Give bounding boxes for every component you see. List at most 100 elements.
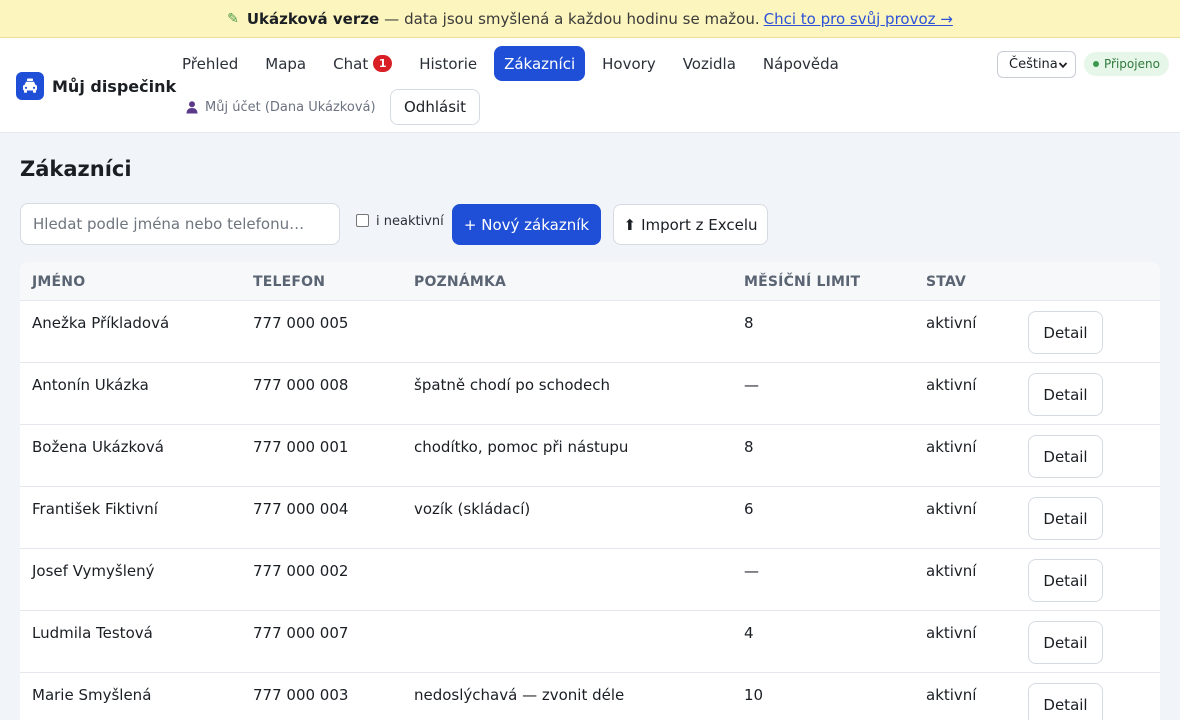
customer-note: nedoslýchavá — zvonit déle (414, 686, 625, 704)
customer-phone: 777 000 008 (253, 376, 349, 394)
table-row: Anežka Příkladová 777 000 005 8 aktivní … (20, 301, 1160, 363)
page-title: Zákazníci (20, 157, 132, 181)
nav-label: Přehled (182, 54, 239, 73)
banner-separator: — (384, 9, 400, 28)
customer-limit: 4 (744, 624, 754, 642)
user-icon (186, 101, 198, 114)
nav-item-hovory[interactable]: Hovory (592, 46, 666, 81)
customer-name: Antonín Ukázka (32, 376, 149, 394)
customer-name: Božena Ukázková (32, 438, 164, 456)
nav-label: Chat (333, 54, 369, 73)
new-customer-button[interactable]: + Nový zákazník (452, 204, 601, 245)
import-label: Import z Excelu (641, 215, 758, 234)
column-header-limit[interactable]: MĚSÍČNÍ LIMIT (744, 274, 860, 290)
customer-name: Josef Vymyšlený (32, 562, 155, 580)
nav-label: Nápověda (762, 54, 839, 73)
status-dot-icon (1093, 61, 1099, 67)
main-nav: Přehled Mapa Chat 1 Historie Zákazníci Ho… (172, 46, 856, 81)
brand-name: Můj dispečink (52, 76, 177, 96)
customer-phone: 777 000 003 (253, 686, 349, 704)
chat-unread-badge: 1 (373, 55, 393, 72)
customer-phone: 777 000 001 (253, 438, 349, 456)
detail-button[interactable]: Detail (1028, 311, 1103, 354)
column-header-phone[interactable]: TELEFON (253, 274, 325, 290)
detail-button[interactable]: Detail (1028, 497, 1103, 540)
customer-note: špatně chodí po schodech (414, 376, 611, 394)
nav-label: Zákazníci (504, 54, 576, 73)
customer-limit: — (744, 376, 759, 394)
upload-arrow-icon: ⬆ (623, 215, 637, 234)
language-select[interactable]: Čeština (997, 51, 1076, 78)
taxi-icon (16, 72, 44, 100)
customer-status: aktivní (926, 376, 977, 394)
table-header: JMÉNO TELEFON POZNÁMKA MĚSÍČNÍ LIMIT STA… (20, 262, 1160, 301)
column-header-note[interactable]: POZNÁMKA (414, 274, 506, 290)
detail-button[interactable]: Detail (1028, 373, 1103, 416)
brand[interactable]: Můj dispečink (16, 72, 176, 100)
customers-table: JMÉNO TELEFON POZNÁMKA MĚSÍČNÍ LIMIT STA… (20, 262, 1160, 720)
table-row: Josef Vymyšlený 777 000 002 — aktivní De… (20, 549, 1160, 611)
account-label: Můj účet (Dana Ukázková) (205, 99, 376, 115)
pencil-icon: ✎ (227, 10, 239, 27)
app-header: Můj dispečink Přehled Mapa Chat 1 Histori… (0, 38, 1180, 133)
nav-item-vozidla[interactable]: Vozidla (673, 46, 746, 81)
search-input[interactable] (20, 203, 340, 245)
nav-label: Mapa (265, 54, 307, 73)
customer-limit: 8 (744, 438, 754, 456)
detail-button[interactable]: Detail (1028, 435, 1103, 478)
inactive-checkbox[interactable] (356, 213, 369, 227)
nav-label: Hovory (602, 54, 656, 73)
customer-limit: 10 (744, 686, 764, 704)
customer-phone: 777 000 002 (253, 562, 349, 580)
chevron-down-icon (1058, 61, 1068, 68)
customer-limit: 8 (744, 314, 754, 332)
customer-name: František Fiktivní (32, 500, 158, 518)
inactive-label: i neaktivní (376, 214, 444, 229)
customer-limit: — (744, 562, 759, 580)
customer-phone: 777 000 004 (253, 500, 349, 518)
connection-status: Připojeno (1084, 52, 1169, 76)
customer-limit: 6 (744, 500, 754, 518)
customer-status: aktivní (926, 500, 977, 518)
nav-item-historie[interactable]: Historie (409, 46, 487, 81)
import-excel-button[interactable]: ⬆ Import z Excelu (613, 204, 768, 245)
detail-button[interactable]: Detail (1028, 559, 1103, 602)
customer-status: aktivní (926, 562, 977, 580)
logout-button[interactable]: Odhlásit (390, 89, 481, 125)
customer-status: aktivní (926, 686, 977, 704)
inactive-filter[interactable]: i neaktivní (356, 213, 444, 229)
banner-link[interactable]: Chci to pro svůj provoz → (764, 10, 953, 28)
detail-button[interactable]: Detail (1028, 683, 1103, 720)
customer-name: Marie Smyšlená (32, 686, 152, 704)
customer-name: Ludmila Testová (32, 624, 153, 642)
language-selected: Čeština (1009, 57, 1058, 72)
nav-item-prehled[interactable]: Přehled (172, 46, 248, 81)
account-link[interactable]: Můj účet (Dana Ukázková) (185, 96, 376, 118)
customer-status: aktivní (926, 624, 977, 642)
nav-label: Historie (419, 54, 478, 73)
nav-item-mapa[interactable]: Mapa (255, 46, 316, 81)
column-header-status[interactable]: STAV (926, 274, 966, 290)
customer-status: aktivní (926, 438, 977, 456)
customer-note: vozík (skládací) (414, 500, 531, 518)
banner-title: Ukázková verze (246, 9, 380, 28)
table-row: Božena Ukázková 777 000 001 chodítko, po… (20, 425, 1160, 487)
table-row: Marie Smyšlená 777 000 003 nedoslýchavá … (20, 673, 1160, 720)
detail-button[interactable]: Detail (1028, 621, 1103, 664)
nav-item-chat[interactable]: Chat 1 (323, 46, 402, 81)
nav-label: Vozidla (682, 54, 736, 73)
customer-phone: 777 000 007 (253, 624, 349, 642)
column-header-name[interactable]: JMÉNO (32, 274, 85, 290)
table-row: Ludmila Testová 777 000 007 4 aktivní De… (20, 611, 1160, 673)
customer-status: aktivní (926, 314, 977, 332)
table-row: František Fiktivní 777 000 004 vozík (sk… (20, 487, 1160, 549)
demo-banner: ✎ Ukázková verze — data jsou smyšlená a … (0, 0, 1180, 38)
connection-label: Připojeno (1104, 57, 1160, 71)
nav-item-zakaznici[interactable]: Zákazníci (494, 46, 586, 81)
banner-text: data jsou smyšlená a každou hodinu se ma… (404, 9, 760, 28)
customer-phone: 777 000 005 (253, 314, 349, 332)
customer-note: chodítko, pomoc při nástupu (414, 438, 629, 456)
customer-name: Anežka Příkladová (32, 314, 170, 332)
nav-item-napoveda[interactable]: Nápověda (753, 46, 849, 81)
table-row: Antonín Ukázka 777 000 008 špatně chodí … (20, 363, 1160, 425)
